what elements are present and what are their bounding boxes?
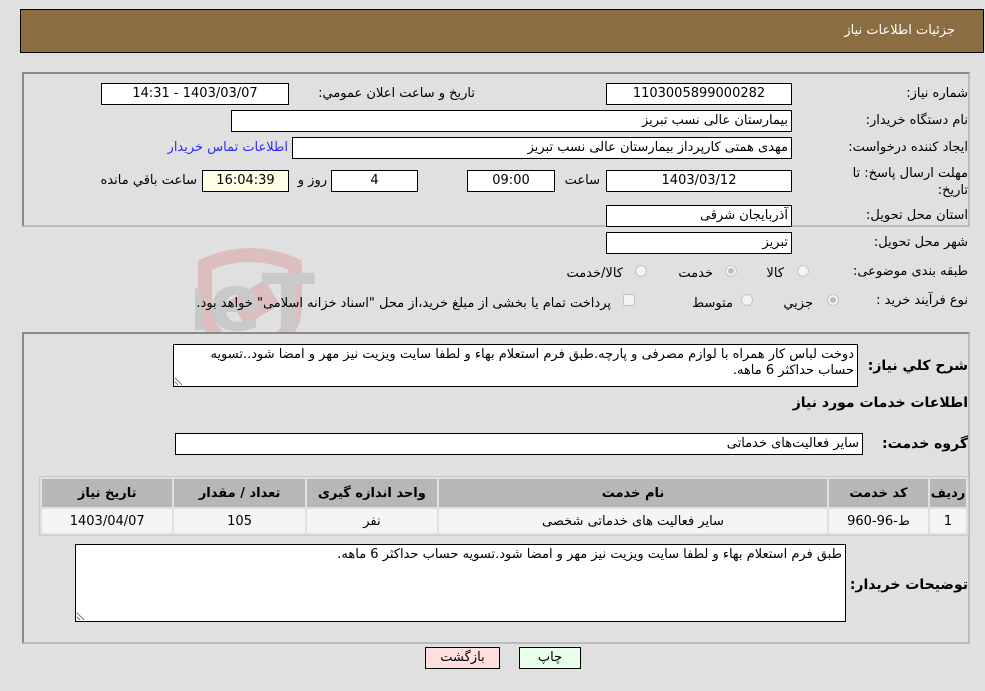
cell-quantity: 105: [174, 509, 305, 533]
treasury-note: پرداخت تمام یا بخشی از مبلغ خرید،از محل …: [196, 296, 611, 311]
requester-label: ایجاد کننده درخواست:: [848, 140, 968, 155]
deadline-label: مهلت ارسال پاسخ: تا تاریخ:: [852, 166, 968, 198]
need-number-field: 1103005899000282: [606, 83, 792, 105]
purchase-type-option-minor: جزيي: [783, 296, 813, 311]
service-group-label: گروه خدمت:: [882, 436, 968, 452]
category-option-goods-service: کالا/خدمت: [566, 266, 623, 281]
remaining-days-field: 4: [331, 170, 418, 192]
header-unit: واحد اندازه گیری: [306, 479, 438, 507]
deadline-time-label: ساعت: [564, 173, 600, 188]
header-service-name: نام خدمت: [439, 479, 827, 507]
buyer-contact-link[interactable]: اطلاعات تماس خریدار: [168, 140, 288, 155]
announce-datetime-label: تاریخ و ساعت اعلان عمومي:: [318, 86, 475, 101]
deadline-date-field: 1403/03/12: [606, 170, 792, 192]
back-button[interactable]: بازگشت: [425, 647, 500, 669]
remaining-time-label: ساعت باقي مانده: [100, 173, 197, 188]
province-label: استان محل تحویل:: [866, 208, 968, 223]
header-service-code: کد خدمت: [828, 479, 928, 507]
purchase-type-radio-medium[interactable]: [741, 294, 753, 306]
description-label: شرح کلي نیاز:: [867, 358, 968, 374]
treasury-checkbox[interactable]: [623, 294, 635, 306]
cell-service-code: ط-96-960: [828, 509, 928, 533]
deadline-time-field: 09:00: [467, 170, 555, 192]
cell-service-name: سایر فعالیت های خدماتی شخصی: [439, 509, 827, 533]
table-row: 1 ط-96-960 سایر فعالیت های خدماتی شخصی ن…: [42, 509, 966, 533]
buyer-notes-label: توضیحات خریدار:: [849, 577, 968, 593]
cell-need-date: 1403/04/07: [42, 509, 173, 533]
requester-field: مهدی همتی کارپرداز بیمارستان عالی نسب تب…: [292, 137, 792, 159]
buyer-org-field: بیمارستان عالی نسب تبریز: [231, 110, 792, 132]
table-header-row: ردیف کد خدمت نام خدمت واحد اندازه گیری ت…: [42, 479, 966, 507]
buyer-notes-textarea[interactable]: طبق فرم استعلام بهاء و لطفا سایت ویزیت ن…: [75, 544, 846, 622]
page-title: جزئیات اطلاعات نیاز: [844, 23, 955, 38]
header-quantity: تعداد / مقدار: [174, 479, 305, 507]
purchase-type-label: نوع فرآیند خرید :: [876, 293, 968, 308]
cell-row-number: 1: [930, 509, 966, 533]
services-table: ردیف کد خدمت نام خدمت واحد اندازه گیری ت…: [39, 476, 969, 536]
city-label: شهر محل تحویل:: [873, 235, 968, 250]
remaining-time-field: 16:04:39: [202, 170, 289, 192]
header-need-date: تاریخ نیاز: [42, 479, 173, 507]
services-section-title: اطلاعات خدمات مورد نیاز: [792, 395, 968, 411]
buyer-org-label: نام دستگاه خریدار:: [865, 113, 968, 128]
page-header: جزئیات اطلاعات نیاز: [20, 9, 984, 53]
purchase-type-option-medium: متوسط: [692, 296, 733, 311]
category-radio-service[interactable]: [725, 265, 737, 277]
category-radio-goods[interactable]: [797, 265, 809, 277]
category-label: طبقه بندی موضوعی:: [852, 264, 968, 279]
announce-datetime-field: 1403/03/07 - 14:31: [101, 83, 289, 105]
service-group-field: سایر فعالیت‌های خدماتی: [175, 433, 863, 455]
description-textarea[interactable]: دوخت لباس کار همراه با لوازم مصرفی و پار…: [173, 344, 858, 387]
province-field: آذربایجان شرقی: [606, 205, 792, 227]
print-button[interactable]: چاپ: [519, 647, 581, 669]
header-row-number: ردیف: [930, 479, 966, 507]
remaining-days-label: روز و: [297, 173, 327, 188]
category-radio-goods-service[interactable]: [635, 265, 647, 277]
cell-unit: نفر: [306, 509, 438, 533]
category-option-service: خدمت: [678, 266, 713, 281]
purchase-type-radio-minor[interactable]: [827, 294, 839, 306]
need-number-label: شماره نیاز:: [906, 86, 968, 101]
category-option-goods: کالا: [766, 266, 784, 281]
city-field: تبریز: [606, 232, 792, 254]
